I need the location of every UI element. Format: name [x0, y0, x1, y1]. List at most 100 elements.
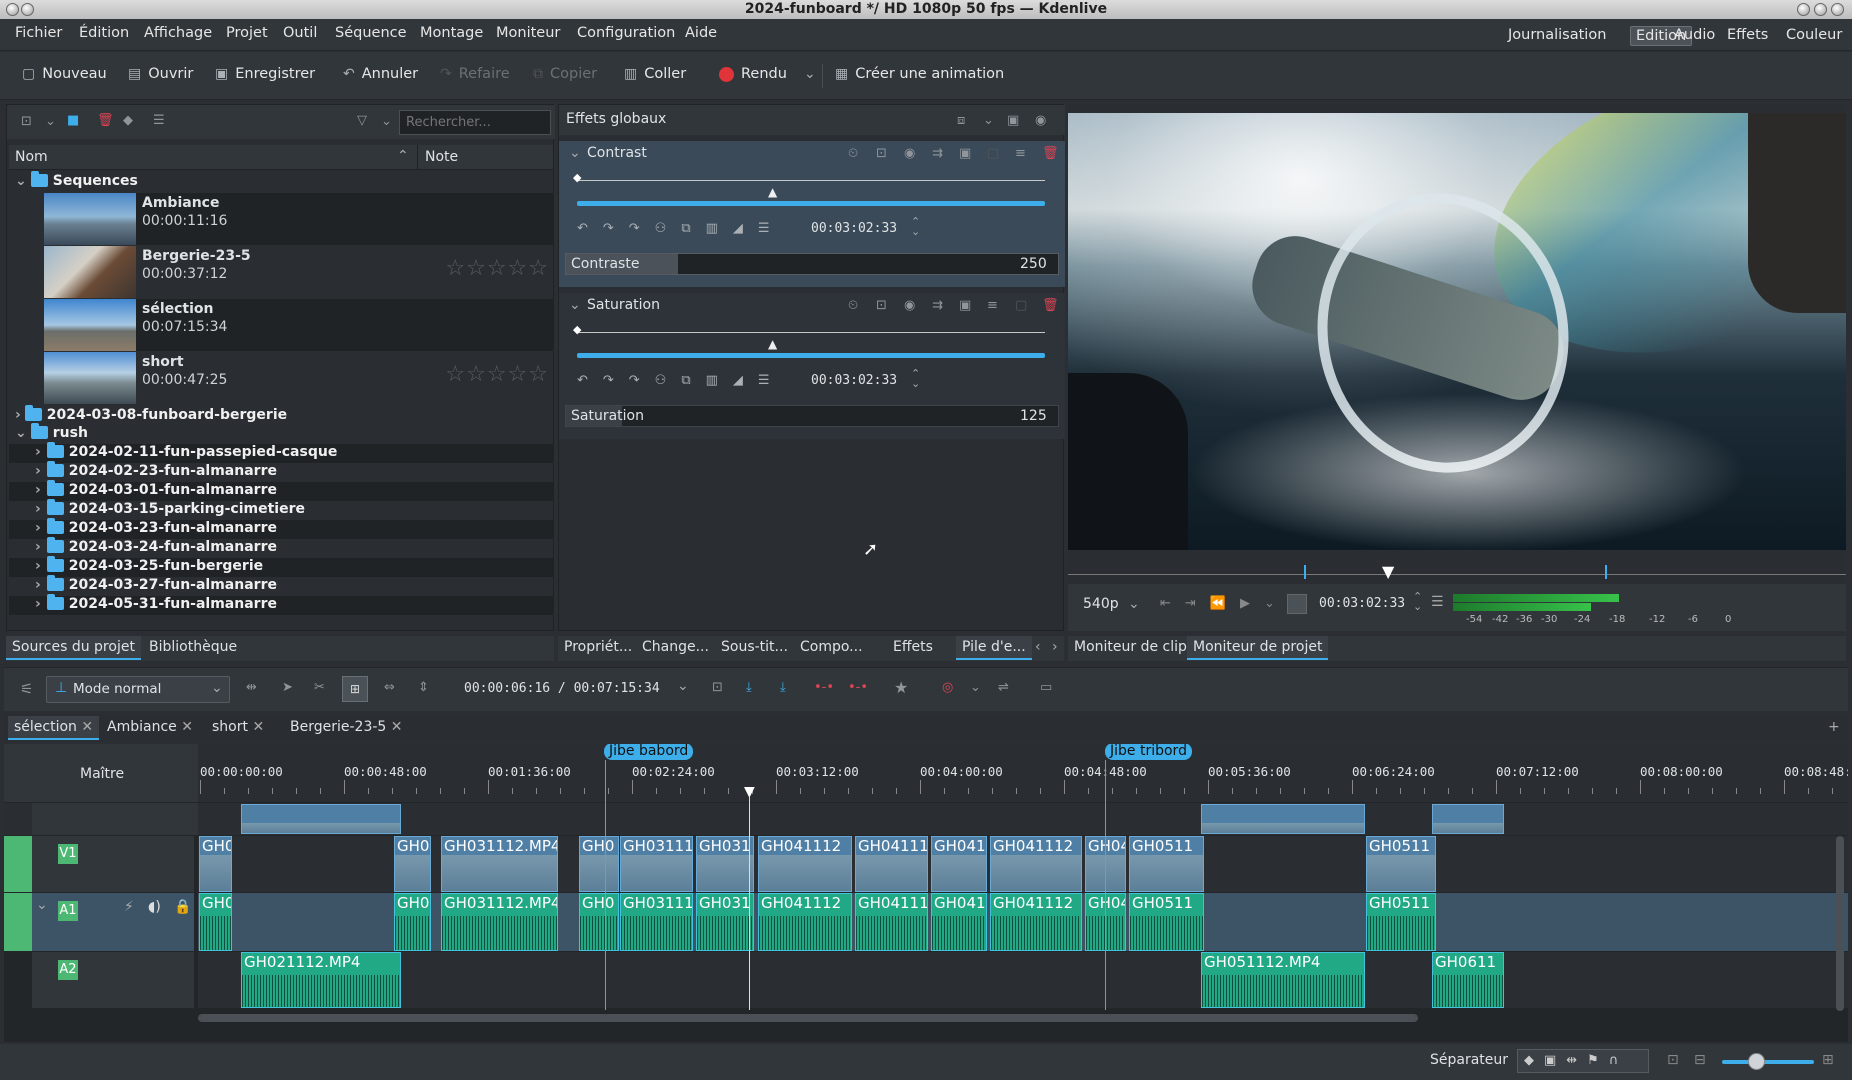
record-icon[interactable]: ◎ [942, 680, 953, 695]
keyframe-marker[interactable]: ◆ [573, 323, 581, 336]
zone-icon[interactable]: ⊡ [876, 146, 887, 161]
overwrite-icon[interactable]: ⤓ [780, 680, 786, 695]
maximize-icon[interactable] [1814, 3, 1827, 16]
marker-tools[interactable]: ◆▣⇹⚑∩ [1517, 1049, 1649, 1073]
chevron-down-icon[interactable]: ⌄ [983, 113, 994, 128]
menu-affichage[interactable]: Affichage [144, 25, 212, 41]
slip-tool-icon[interactable]: ⇔ [384, 680, 395, 695]
mixer-icon[interactable]: ⇌ [998, 680, 1009, 695]
rating-stars[interactable]: ☆☆☆☆☆ [445, 256, 549, 281]
playhead-marker[interactable]: ▲ [768, 185, 777, 199]
delete-icon[interactable]: 🗑 [1042, 146, 1059, 161]
keyframe-icon[interactable]: ⏲ [848, 146, 858, 161]
zone-icon[interactable]: ⊡ [876, 298, 887, 313]
effect-timecode[interactable]: 00:03:02:33 [811, 221, 897, 236]
close-icon[interactable]: ✕ [252, 719, 264, 735]
saturation-header[interactable]: ⌄ Saturation ⏲ ⊡ ◉ ⇉ ▣ ≡ ▢ 🗑 [559, 293, 1065, 319]
tab-selection[interactable]: sélection ✕ [8, 716, 100, 740]
chevron-right-icon[interactable]: › [35, 444, 41, 460]
razor-tool-icon[interactable]: ✂ [314, 680, 325, 695]
folder-icon[interactable]: ■ [67, 113, 79, 128]
audio-clip[interactable]: GH0 [394, 893, 431, 951]
audio-clip[interactable]: GH0511 [1129, 893, 1204, 951]
spin-icon[interactable]: ⌃ ⌄ [1413, 591, 1422, 612]
menu-edition[interactable]: Édition [79, 25, 129, 41]
audio-clip[interactable]: GH031112.MP4 [441, 893, 558, 951]
menu-aide[interactable]: Aide [685, 25, 717, 41]
keyframe-timeline[interactable] [577, 353, 1045, 358]
tab-moniteur-projet[interactable]: Moniteur de projet [1187, 636, 1329, 660]
rush-folder-item[interactable]: › 2024-03-25-fun-bergerie [9, 556, 553, 577]
chevron-right-icon[interactable]: › [35, 501, 41, 517]
audio-clip[interactable]: GH041 [931, 893, 987, 951]
menu-fichier[interactable]: Fichier [15, 25, 62, 41]
contrast-header[interactable]: ⌄ Contrast ⏲ ⊡ ◉ ⇉ ▣ ▢ ≡ 🗑 [563, 141, 1059, 167]
chevron-down-icon[interactable]: ⌄ [677, 678, 689, 694]
keyframe-timeline[interactable] [577, 201, 1045, 206]
chevron-down-icon[interactable]: ⌄ [970, 680, 981, 695]
audio-clip[interactable]: GH021112.MP4 [241, 952, 401, 1008]
chevron-right-icon[interactable]: › [35, 520, 41, 536]
chevron-down-icon[interactable]: ⌄ [45, 114, 56, 129]
zone-icon[interactable]: ⊡ [712, 680, 723, 695]
audio-clip[interactable]: GH03111 [620, 893, 693, 951]
timeline-position[interactable]: 00:00:06:16 / 00:07:15:34 [464, 681, 660, 696]
menu-icon[interactable]: ☰ [1431, 594, 1444, 610]
audio-clip[interactable]: GH0511 [1366, 893, 1436, 951]
zoom-in-icon[interactable]: ⊞ [1822, 1052, 1834, 1068]
chevron-right-icon[interactable]: › [35, 539, 41, 555]
ripple-tool-icon[interactable]: ⊞ [342, 676, 368, 702]
param-value[interactable]: 250 [1020, 256, 1047, 272]
video-clip[interactable]: GH03111 [620, 836, 693, 892]
keyframe-ruler[interactable] [577, 180, 1045, 181]
tab-effets[interactable]: Effets [887, 636, 939, 658]
chevron-down-icon[interactable]: ⌄ [381, 114, 392, 129]
param-value[interactable]: 125 [1020, 408, 1047, 424]
menu-montage[interactable]: Montage [420, 25, 483, 41]
multicam-tool-icon[interactable]: ⇕ [418, 680, 429, 695]
sequences-folder[interactable]: ⌄ Sequences [9, 171, 553, 191]
audio-clip[interactable]: GH041112 [758, 893, 852, 951]
eye-icon[interactable]: ◉ [1035, 113, 1046, 128]
saturation-param[interactable]: Saturation 125 [565, 405, 1059, 427]
close-icon[interactable] [1831, 3, 1844, 16]
rush-folder[interactable]: ⌄ rush [9, 423, 553, 443]
eye-icon[interactable]: ◉ [904, 146, 915, 161]
resolution-select[interactable]: 540p [1083, 596, 1119, 612]
video-clip[interactable]: GH0511 [1129, 836, 1204, 892]
list-item[interactable]: short 00:00:47:25 ☆☆☆☆☆ [44, 352, 553, 404]
rush-folder-item[interactable]: › 2024-02-23-fun-almanarre [9, 461, 553, 482]
paste-button[interactable]: ▥ Coller [624, 66, 686, 82]
workspace-journalisation[interactable]: Journalisation [1503, 26, 1611, 44]
chevron-right-icon[interactable]: › [35, 558, 41, 574]
tab-ambiance[interactable]: Ambiance ✕ [101, 716, 199, 738]
chevron-right-icon[interactable]: › [35, 463, 41, 479]
audio-clip[interactable]: GH041112 [990, 893, 1082, 951]
add-clip-icon[interactable]: ⊡ [21, 114, 32, 129]
edit-mode-select[interactable]: ⊥ Mode normal ⌄ [46, 676, 230, 703]
horizontal-scrollbar[interactable] [198, 1014, 1418, 1022]
redo-button[interactable]: ↷ Refaire [440, 66, 510, 82]
monitor-timecode[interactable]: 00:03:02:33 [1319, 596, 1405, 611]
zoom-handle[interactable] [1748, 1053, 1765, 1070]
list-item[interactable]: Ambiance 00:00:11:16 [44, 193, 553, 245]
compare-icon[interactable]: ⇉ [932, 146, 943, 161]
tab-proprietes[interactable]: Propriét... [558, 636, 638, 658]
filter-icon[interactable]: ▽ [357, 113, 367, 128]
list-item[interactable]: Bergerie-23-5 00:00:37:12 ☆☆☆☆☆ [44, 246, 553, 298]
save-icon[interactable]: ▣ [959, 146, 971, 161]
rating-stars[interactable]: ☆☆☆☆☆ [445, 362, 549, 387]
chevron-right-icon[interactable]: › [35, 577, 41, 593]
video-clip[interactable]: GH041112 [990, 836, 1082, 892]
spacer-tool-icon[interactable]: ⇹ [246, 680, 257, 695]
chevron-right-icon[interactable]: › [1052, 639, 1058, 655]
render-button[interactable]: Rendu ⌄ [719, 66, 816, 82]
save-button[interactable]: ▣ Enregistrer [215, 66, 315, 82]
eye-icon[interactable]: ◉ [904, 298, 915, 313]
workspace-audio[interactable]: Audio [1669, 26, 1720, 44]
column-note[interactable]: Note [425, 149, 458, 165]
spin-icon[interactable]: ⌃ ⌄ [911, 368, 920, 389]
compare-icon[interactable]: ⇉ [932, 298, 943, 313]
add-tab-icon[interactable]: + [1828, 719, 1840, 735]
star-icon[interactable]: ★ [894, 678, 908, 697]
